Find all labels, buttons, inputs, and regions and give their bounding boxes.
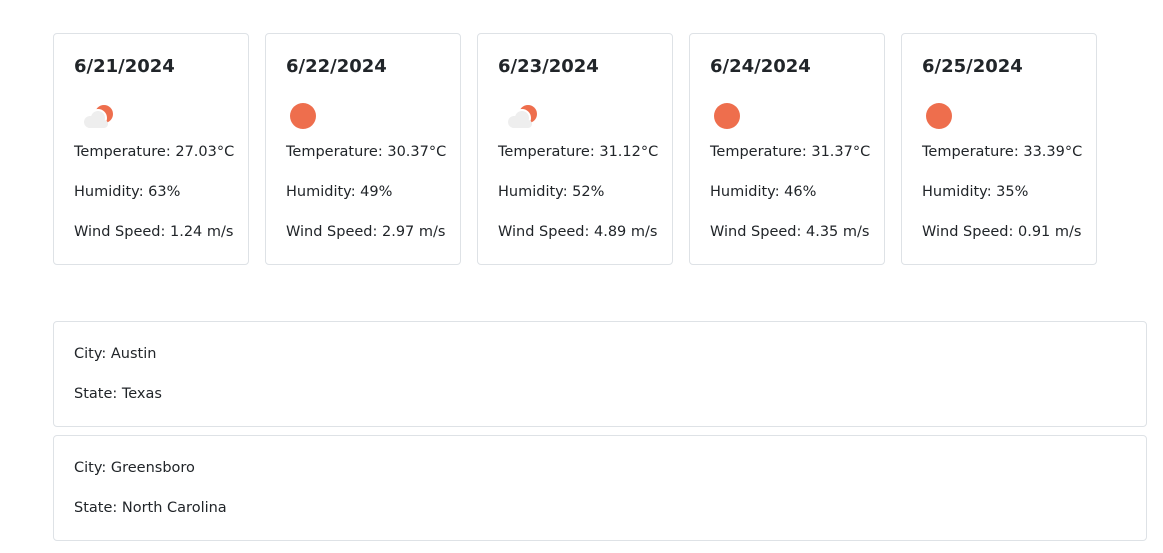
partly-cloudy-icon xyxy=(78,102,118,130)
forecast-date: 6/25/2024 xyxy=(922,56,1023,77)
humidity: Humidity: 63% xyxy=(74,184,181,200)
humidity: Humidity: 46% xyxy=(710,184,817,200)
forecast-list: 6/21/2024 Temperature: 27.03°C Humidity:… xyxy=(53,33,1097,265)
forecast-date: 6/23/2024 xyxy=(498,56,599,77)
forecast-card: 6/24/2024 Temperature: 31.37°C Humidity:… xyxy=(689,33,885,265)
temperature: Temperature: 33.39°C xyxy=(922,144,1083,160)
forecast-card: 6/21/2024 Temperature: 27.03°C Humidity:… xyxy=(53,33,249,265)
forecast-card: 6/22/2024 Temperature: 30.37°C Humidity:… xyxy=(265,33,461,265)
state: State: North Carolina xyxy=(74,500,227,516)
forecast-date: 6/21/2024 xyxy=(74,56,175,77)
wind-speed: Wind Speed: 2.97 m/s xyxy=(286,224,446,240)
forecast-card: 6/25/2024 Temperature: 33.39°C Humidity:… xyxy=(901,33,1097,265)
temperature: Temperature: 27.03°C xyxy=(74,144,235,160)
city: City: Austin xyxy=(74,346,157,362)
humidity: Humidity: 52% xyxy=(498,184,605,200)
forecast-card: 6/23/2024 Temperature: 31.12°C Humidity:… xyxy=(477,33,673,265)
state: State: Texas xyxy=(74,386,162,402)
sun-icon xyxy=(714,102,754,130)
sun-icon xyxy=(926,102,966,130)
forecast-date: 6/22/2024 xyxy=(286,56,387,77)
sun-icon xyxy=(290,102,330,130)
temperature: Temperature: 30.37°C xyxy=(286,144,447,160)
wind-speed: Wind Speed: 1.24 m/s xyxy=(74,224,234,240)
wind-speed: Wind Speed: 0.91 m/s xyxy=(922,224,1082,240)
forecast-date: 6/24/2024 xyxy=(710,56,811,77)
wind-speed: Wind Speed: 4.35 m/s xyxy=(710,224,870,240)
temperature: Temperature: 31.12°C xyxy=(498,144,659,160)
wind-speed: Wind Speed: 4.89 m/s xyxy=(498,224,658,240)
humidity: Humidity: 35% xyxy=(922,184,1029,200)
location-card: City: Austin State: Texas xyxy=(53,321,1147,427)
city: City: Greensboro xyxy=(74,460,195,476)
location-card: City: Greensboro State: North Carolina xyxy=(53,435,1147,541)
humidity: Humidity: 49% xyxy=(286,184,393,200)
temperature: Temperature: 31.37°C xyxy=(710,144,871,160)
partly-cloudy-icon xyxy=(502,102,542,130)
